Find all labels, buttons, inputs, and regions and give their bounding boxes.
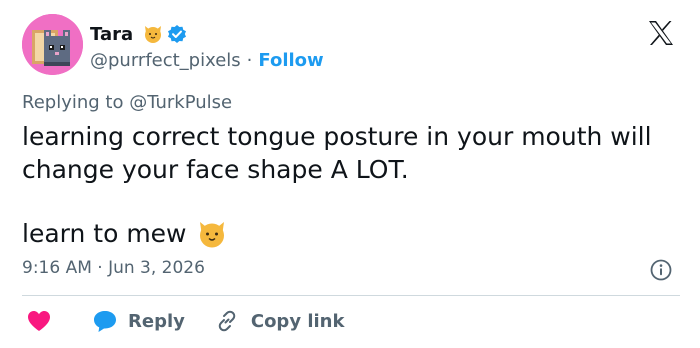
cat-face-emoji-icon [143,24,163,44]
info-icon[interactable] [650,259,672,281]
link-icon [215,309,239,333]
divider [22,295,680,296]
handle-row: @purrfect_pixels · Follow [90,48,324,72]
x-logo-icon[interactable] [646,18,676,48]
follow-button[interactable]: Follow [258,50,323,71]
avatar[interactable] [22,14,83,75]
action-bar: Reply Copy link [22,306,344,336]
verified-badge-icon [167,24,187,44]
copy-link-label: Copy link [250,310,345,332]
user-handle[interactable]: @purrfect_pixels [90,50,241,71]
heart-icon[interactable] [26,309,52,333]
reply-bubble-icon [92,309,118,333]
pixel-cat-avatar-icon [22,14,83,75]
tweet-text-line: learn to mew [22,217,227,250]
reply-button[interactable]: Reply [92,309,185,333]
reply-mention-link[interactable]: @TurkPulse [129,92,232,113]
reply-label: Reply [128,310,185,332]
copy-link-button[interactable]: Copy link [215,309,345,333]
cat-face-emoji-icon [197,219,227,249]
replying-to: Replying to @TurkPulse [22,92,232,113]
tweet-text: learning correct tongue posture in your … [22,122,652,184]
separator: · [246,49,253,71]
author-name-row: Tara [90,22,187,46]
replying-prefix: Replying to [22,92,124,113]
tweet-text-mew: learn to mew [22,219,187,248]
tweet-timestamp[interactable]: 9:16 AM · Jun 3, 2026 [22,258,205,278]
display-name[interactable]: Tara [90,24,133,45]
